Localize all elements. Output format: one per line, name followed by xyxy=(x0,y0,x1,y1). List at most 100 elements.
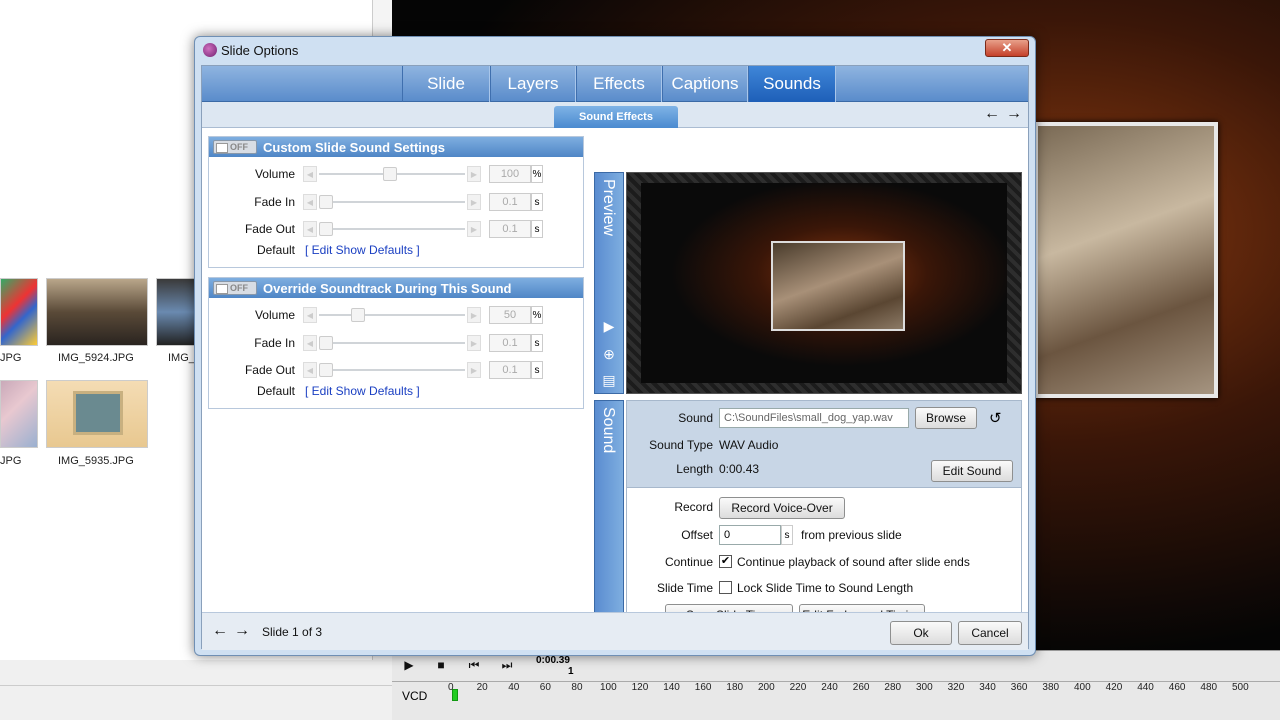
slider-thumb[interactable] xyxy=(319,336,333,350)
slider-thumb[interactable] xyxy=(319,363,333,377)
subtab-sound-effects[interactable]: Sound Effects xyxy=(554,106,678,128)
volume-slider[interactable]: ◀ ▶ xyxy=(303,307,481,323)
override-soundtrack-toggle[interactable]: OFF xyxy=(213,281,257,295)
prev-slide-icon[interactable]: ← xyxy=(212,622,228,640)
stop-icon[interactable]: ■ xyxy=(428,654,454,676)
sound-path-field[interactable]: C:\SoundFiles\small_dog_yap.wav xyxy=(719,408,909,428)
status-area xyxy=(0,685,392,720)
fade-in-unit: s xyxy=(531,193,543,211)
slider-thumb[interactable] xyxy=(319,222,333,236)
tab-captions[interactable]: Captions xyxy=(662,66,748,102)
thumbnail-label: IMG_ xyxy=(168,352,195,364)
timeline-tick-label: 440 xyxy=(1137,682,1154,693)
offset-label: Offset xyxy=(681,528,713,542)
timeline-tick-label: 0 xyxy=(448,682,454,693)
tab-sounds[interactable]: Sounds xyxy=(748,66,836,102)
continue-checkbox[interactable]: ✔ xyxy=(719,555,732,568)
dialog-body: Slide Layers Effects Captions Sounds Sou… xyxy=(201,65,1029,650)
fade-out-label: Fade Out xyxy=(244,222,295,236)
volume-label: Volume xyxy=(254,308,295,322)
thumbnail-image[interactable] xyxy=(156,278,196,346)
fade-in-unit: s xyxy=(531,334,543,352)
timeline-tick-label: 300 xyxy=(916,682,933,693)
ok-button[interactable]: Ok xyxy=(890,621,952,645)
slider-thumb[interactable] xyxy=(351,308,365,322)
edit-show-defaults-link[interactable]: [ Edit Show Defaults ] xyxy=(305,384,420,398)
skip-back-icon[interactable]: ⏮ xyxy=(461,654,487,676)
skip-forward-icon[interactable]: ⏭ xyxy=(494,654,520,676)
edit-show-defaults-link[interactable]: [ Edit Show Defaults ] xyxy=(305,243,420,257)
custom-sound-panel: OFF Custom Slide Sound Settings Volume ◀… xyxy=(208,136,584,268)
volume-unit: % xyxy=(531,306,543,324)
slider-thumb[interactable] xyxy=(383,167,397,181)
close-button[interactable]: ✕ xyxy=(985,39,1029,57)
tab-slide[interactable]: Slide xyxy=(402,66,490,102)
timeline-tick-label: 360 xyxy=(1010,682,1028,693)
fade-out-value[interactable]: 0.1 xyxy=(489,220,531,238)
fade-in-slider[interactable]: ◀ ▶ xyxy=(303,194,481,210)
fade-out-value[interactable]: 0.1 xyxy=(489,361,531,379)
zoom-icon[interactable]: ⊕ xyxy=(597,343,621,365)
play-preview-icon[interactable]: ▶ xyxy=(597,315,621,337)
timeline-tick-label: 460 xyxy=(1168,682,1186,693)
thumbnail-label: JPG xyxy=(0,455,22,467)
sound-type-value: WAV Audio xyxy=(719,438,779,452)
slide-counter: Slide 1 of 3 xyxy=(262,625,323,639)
preview-slide-image xyxy=(771,241,905,331)
timeline-tick-label: 140 xyxy=(663,682,680,693)
volume-label: Volume xyxy=(254,167,295,181)
next-slide-icon[interactable]: → xyxy=(234,622,250,640)
browse-button[interactable]: Browse xyxy=(915,407,977,429)
preview-area xyxy=(626,172,1022,394)
reset-icon[interactable]: ↺ xyxy=(989,409,1002,427)
play-icon[interactable]: ▶ xyxy=(396,654,422,676)
app-icon xyxy=(203,43,217,57)
timeline-marker: 1 xyxy=(568,666,574,677)
volume-slider[interactable]: ◀ ▶ xyxy=(303,166,481,182)
sound-label: Sound xyxy=(678,411,713,425)
preview-settings-icon[interactable]: ▤ xyxy=(597,369,621,391)
fade-in-slider[interactable]: ◀ ▶ xyxy=(303,335,481,351)
thumbnail-label: IMG_5924.JPG xyxy=(58,352,134,364)
thumbnail-image[interactable] xyxy=(46,278,148,346)
next-arrow-icon[interactable]: → xyxy=(1006,105,1022,123)
fade-in-value[interactable]: 0.1 xyxy=(489,334,531,352)
record-label: Record xyxy=(674,500,713,514)
preview-frame xyxy=(641,183,1007,383)
thumbnail-image[interactable] xyxy=(46,380,148,448)
output-format: VCD xyxy=(402,689,428,703)
preview-label: Preview xyxy=(600,179,617,236)
cancel-button[interactable]: Cancel xyxy=(958,621,1022,645)
sound-info-panel: Sound C:\SoundFiles\small_dog_yap.wav Br… xyxy=(626,400,1022,488)
preview-strip: Preview ▶ ⊕ ▤ xyxy=(594,172,624,394)
lock-slide-time-checkbox[interactable] xyxy=(719,581,732,594)
thumbnail-image[interactable] xyxy=(0,380,38,448)
timeline-tick-label: 100 xyxy=(600,682,617,693)
volume-value[interactable]: 100 xyxy=(489,165,531,183)
timeline-time: 0:00.39 xyxy=(536,655,570,666)
timeline-tick-label: 160 xyxy=(694,682,712,693)
fade-out-unit: s xyxy=(531,361,543,379)
volume-value[interactable]: 50 xyxy=(489,306,531,324)
slider-thumb[interactable] xyxy=(319,195,333,209)
fade-out-slider[interactable]: ◀ ▶ xyxy=(303,362,481,378)
fade-in-value[interactable]: 0.1 xyxy=(489,193,531,211)
default-label: Default xyxy=(256,384,295,398)
fade-out-slider[interactable]: ◀ ▶ xyxy=(303,221,481,237)
length-value: 0:00.43 xyxy=(719,462,760,476)
prev-arrow-icon[interactable]: ← xyxy=(984,105,1000,123)
timeline-tick-label: 80 xyxy=(571,682,583,693)
timeline-tick-label: 40 xyxy=(508,682,520,693)
sound-type-label: Sound Type xyxy=(649,438,713,452)
sound-strip: Sound ▶ xyxy=(594,400,624,636)
custom-sound-toggle[interactable]: OFF xyxy=(213,140,257,154)
edit-sound-button[interactable]: Edit Sound xyxy=(931,460,1013,482)
timeline-tick-label: 60 xyxy=(539,682,551,693)
tab-effects[interactable]: Effects xyxy=(576,66,662,102)
thumbnail-image[interactable] xyxy=(0,278,38,346)
timeline-tick-label: 480 xyxy=(1200,682,1218,693)
offset-input[interactable]: 0 xyxy=(719,525,781,545)
record-voice-over-button[interactable]: Record Voice-Over xyxy=(719,497,845,519)
subtab-bar: Sound Effects ← → xyxy=(202,102,1028,128)
tab-layers[interactable]: Layers xyxy=(490,66,576,102)
